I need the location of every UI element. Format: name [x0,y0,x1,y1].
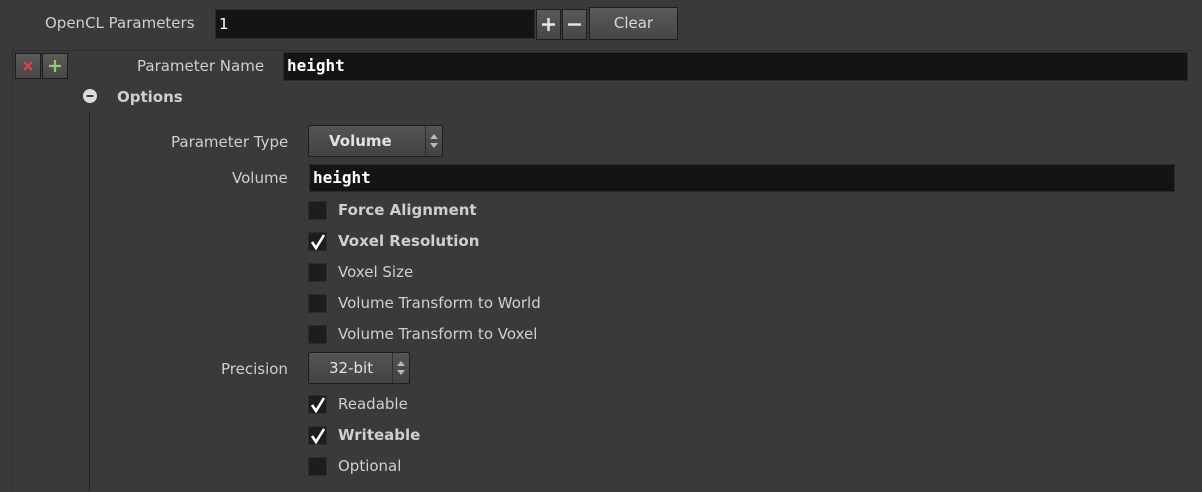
precision-value: 32-bit [329,359,374,377]
checkbox-voxel-resolution[interactable] [308,232,327,251]
options-indent-line [89,112,90,491]
parameter-type-dropdown[interactable]: Volume [308,125,443,157]
parameter-name-field[interactable]: height [283,52,1188,81]
add-parameter-button[interactable] [536,9,561,40]
checkbox-voxel-size[interactable] [308,263,327,282]
checkbox-readable[interactable] [308,395,327,414]
updown-arrow-icon [425,126,442,156]
parameter-type-value: Volume [329,132,392,150]
insert-instance-button[interactable] [42,53,68,79]
updown-arrow-icon [392,353,409,383]
checkbox-label: Writeable [338,426,421,444]
opencl-parameters-label: OpenCL Parameters [45,14,195,32]
plus-icon [542,18,555,31]
checkbox-label: Volume Transform to Voxel [338,325,538,343]
checkbox-label: Volume Transform to World [338,294,541,312]
parameter-block [12,50,1191,492]
parameter-name-label: Parameter Name [137,57,265,75]
checkbox-volume-transform-to-world[interactable] [308,294,327,313]
opencl-parameters-count-field[interactable]: 1 [215,9,535,39]
checkbox-volume-transform-to-voxel[interactable] [308,325,327,344]
clear-button[interactable]: Clear [589,7,678,40]
precision-dropdown[interactable]: 32-bit [308,352,410,384]
collapse-options-icon[interactable] [82,88,98,104]
options-section-title: Options [117,88,183,106]
minus-icon [568,23,581,26]
checkbox-label: Force Alignment [338,201,477,219]
checkbox-force-alignment[interactable] [308,201,327,220]
close-icon [23,61,33,71]
parameter-type-label: Parameter Type [171,133,289,151]
delete-instance-button[interactable] [15,53,41,79]
precision-label: Precision [221,360,288,378]
checkmark-icon [310,397,326,414]
checkbox-label: Optional [338,457,402,475]
checkmark-icon [310,428,326,445]
checkmark-icon [310,234,326,251]
remove-parameter-button[interactable] [562,9,587,40]
checkbox-writeable[interactable] [308,426,327,445]
checkbox-label: Voxel Resolution [338,232,480,250]
checkbox-label: Readable [338,395,408,413]
volume-label: Volume [232,169,288,187]
add-icon [49,60,61,72]
checkbox-label: Voxel Size [338,263,414,281]
volume-field[interactable]: height [309,164,1175,192]
checkbox-optional[interactable] [308,457,327,476]
